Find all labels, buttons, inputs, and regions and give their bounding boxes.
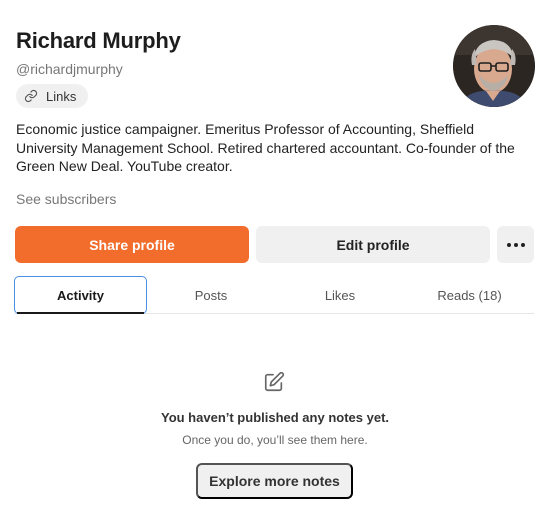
avatar[interactable] [453, 25, 535, 107]
profile-bio: Economic justice campaigner. Emeritus Pr… [16, 121, 515, 174]
see-subscribers-link[interactable]: See subscribers [16, 191, 116, 207]
profile-header: Richard Murphy @richardjmurphy Links [16, 28, 446, 108]
tab-reads[interactable]: Reads (18) [405, 276, 534, 314]
share-profile-button[interactable]: Share profile [15, 226, 249, 263]
more-dots-icon [506, 242, 525, 247]
links-button[interactable]: Links [16, 84, 89, 108]
tab-activity[interactable]: Activity [14, 276, 147, 314]
link-icon [24, 89, 38, 103]
edit-profile-button[interactable]: Edit profile [256, 226, 490, 263]
empty-state-subtitle: Once you do, you’ll see them here. [182, 433, 368, 447]
links-label: Links [46, 88, 77, 104]
avatar-portrait [453, 25, 535, 107]
profile-tabs: Activity Posts Likes Reads (18) [14, 276, 534, 314]
empty-state-title: You haven’t published any notes yet. [160, 410, 390, 425]
more-options-button[interactable] [497, 226, 534, 263]
tab-posts[interactable]: Posts [147, 276, 275, 314]
profile-name: Richard Murphy [16, 28, 181, 53]
tab-likes[interactable]: Likes [275, 276, 405, 314]
explore-notes-button[interactable]: Explore more notes [196, 463, 353, 499]
edit-note-icon [264, 371, 285, 392]
profile-handle: @richardjmurphy [16, 61, 123, 77]
